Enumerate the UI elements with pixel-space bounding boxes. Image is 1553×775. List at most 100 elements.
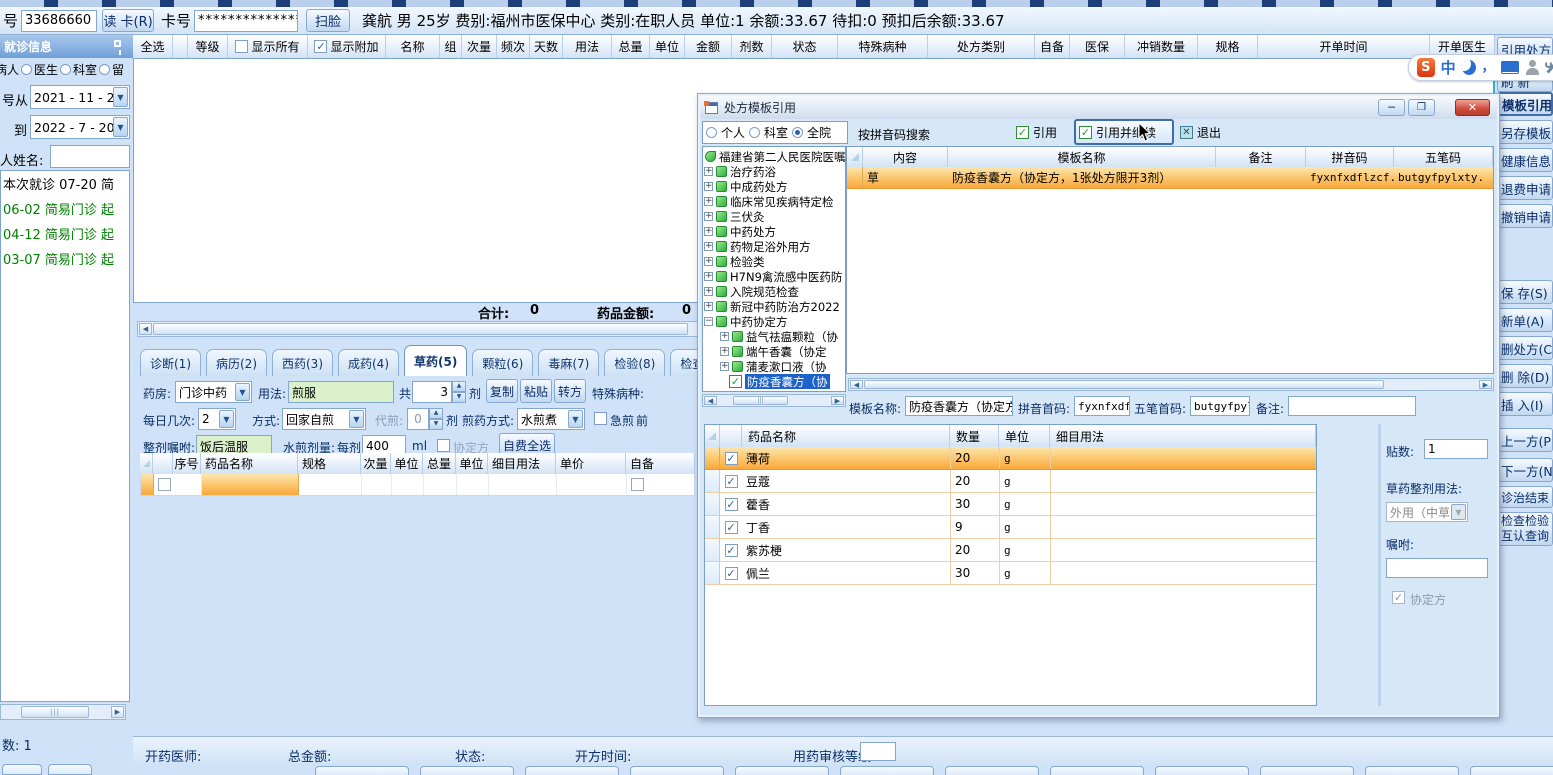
stepper-up[interactable]: ▲ <box>452 381 466 392</box>
radio-hospital[interactable] <box>792 127 804 138</box>
note-input[interactable] <box>1288 396 1416 416</box>
stepper-down[interactable]: ▼ <box>429 419 443 430</box>
reg-no-input[interactable]: 33686660 <box>21 9 98 32</box>
daily-times-combo[interactable]: 2 ▼ <box>198 408 236 430</box>
col-name[interactable]: 名称 <box>386 35 440 58</box>
scroll-left-arrow[interactable]: ◀ <box>139 323 152 335</box>
tab-narcotic[interactable]: 毒麻(7) <box>538 349 600 376</box>
advice-input[interactable] <box>1386 558 1488 578</box>
expand-icon[interactable]: + <box>704 167 713 176</box>
col-group[interactable]: 组 <box>440 35 462 58</box>
tree-item[interactable]: + 中药处方 <box>703 224 845 239</box>
scroll-right-arrow[interactable]: ▶ <box>1479 380 1492 389</box>
expand-icon[interactable]: + <box>704 302 713 311</box>
expand-icon[interactable]: + <box>704 182 713 191</box>
partial-button[interactable] <box>2 764 42 775</box>
show-all-checkbox[interactable] <box>235 40 249 53</box>
radio-patient[interactable] <box>21 63 33 75</box>
tree-item[interactable]: + 检验类 <box>703 254 845 269</box>
col-usage[interactable]: 用法 <box>563 35 612 58</box>
partial-button[interactable] <box>1050 766 1144 775</box>
ime-moon-icon[interactable] <box>1461 60 1476 75</box>
paste-button[interactable]: 粘贴 <box>520 379 552 403</box>
expand-icon[interactable]: + <box>720 362 729 371</box>
expand-icon[interactable]: + <box>704 272 713 281</box>
visit-item-current[interactable]: 本次就诊 07-20 简 <box>1 171 129 196</box>
tt-col-wubi[interactable]: 五笔码 <box>1394 147 1493 167</box>
scroll-thumb[interactable] <box>153 323 688 335</box>
partial-button[interactable] <box>945 766 1039 775</box>
dialog-minimize-button[interactable]: ─ <box>1378 99 1405 116</box>
tt-col-content[interactable]: 内容 <box>863 147 948 167</box>
col-show-extra[interactable]: ✓ 显示附加 <box>308 35 386 58</box>
tab-granule[interactable]: 颗粒(6) <box>472 349 534 376</box>
drug-row[interactable]: ✓ 紫苏梗 20 g <box>705 539 1316 562</box>
col-show-all[interactable]: 显示所有 <box>228 35 308 58</box>
tree-item-expanded[interactable]: − 中药协定方 <box>703 314 845 329</box>
pharmacy-combo[interactable]: 门诊中药 ▼ <box>175 381 252 403</box>
copy-button[interactable]: 复制 <box>486 379 518 403</box>
col-insure[interactable]: 医保 <box>1070 35 1125 58</box>
partial-button[interactable] <box>735 766 829 775</box>
partial-button[interactable] <box>48 764 92 775</box>
drug-row-selected[interactable]: ✓ 薄荷 20 g <box>705 447 1316 470</box>
pinyin-code-input[interactable]: fyxnfxdflzc <box>1074 396 1130 416</box>
partial-button[interactable] <box>630 766 724 775</box>
ime-user-icon[interactable] <box>1525 60 1540 75</box>
col-amount[interactable]: 金额 <box>685 35 732 58</box>
row-checkbox[interactable] <box>157 478 171 491</box>
collapse-icon[interactable]: − <box>704 317 713 326</box>
dialog-titlebar[interactable]: 处方模板引用 ─ ❐ ✕ <box>700 96 1497 119</box>
partial-button[interactable] <box>420 766 514 775</box>
partial-button[interactable] <box>1365 766 1459 775</box>
col-status[interactable]: 状态 <box>772 35 838 58</box>
drug-checkbox[interactable]: ✓ <box>724 543 738 557</box>
tree-item[interactable]: + H7N9禽流感中医药防 <box>703 269 845 284</box>
template-row-selected[interactable]: 草 防疫香囊方（协定方，1张处方限开3剂） fyxnfxdflzcf... bu… <box>847 167 1493 189</box>
dialog-maximize-button[interactable]: ❐ <box>1408 99 1435 116</box>
ime-keyboard-icon[interactable] <box>1500 61 1520 74</box>
tree-item[interactable]: + 治疗药浴 <box>703 164 845 179</box>
ime-punctuation-icon[interactable]: ， <box>1482 56 1495 75</box>
expand-icon[interactable]: + <box>720 347 729 356</box>
scan-face-button[interactable]: 扫脸 <box>306 9 351 32</box>
tree-item[interactable]: + 三伏灸 <box>703 209 845 224</box>
col-select-all[interactable]: 全选 <box>133 35 173 58</box>
date-to-dropdown[interactable]: ▼ <box>113 117 128 137</box>
exam-mutual-query-button[interactable]: 检查检验互认查询 <box>1497 512 1553 546</box>
tt-col-pinyin[interactable]: 拼音码 <box>1306 147 1394 167</box>
col-level[interactable]: 等级 <box>188 35 228 58</box>
proxy-decoct-stepper[interactable]: ▲ ▼ <box>429 408 443 430</box>
delete-button[interactable]: 删 除(D) <box>1497 364 1553 388</box>
tree-item[interactable]: + 中成药处方 <box>703 179 845 194</box>
pharmacy-dropdown[interactable]: ▼ <box>235 383 250 401</box>
panel-splitter[interactable] <box>1378 424 1381 706</box>
card-no-input[interactable]: ************** <box>194 9 299 32</box>
scroll-left-arrow[interactable]: ◀ <box>704 396 717 405</box>
tt-col-name[interactable]: 模板名称 <box>948 147 1216 167</box>
stepper-down[interactable]: ▼ <box>452 392 466 403</box>
save-template-button[interactable]: 另存模板 <box>1497 120 1553 144</box>
audit-level-input[interactable] <box>860 742 896 761</box>
insert-button[interactable]: 插 入(I) <box>1497 392 1553 416</box>
scroll-right-arrow[interactable]: ▶ <box>831 396 844 405</box>
rx-col-total[interactable]: 总量 <box>423 453 456 474</box>
decoct-method-combo[interactable]: 水煎煮 ▼ <box>517 408 585 430</box>
cancel-request-button[interactable]: 撤销申请 <box>1497 204 1553 228</box>
expand-icon[interactable]: + <box>704 257 713 266</box>
patient-name-input[interactable] <box>50 145 130 168</box>
expand-icon[interactable]: + <box>720 332 729 341</box>
rx-col-seq[interactable]: 序号 <box>173 453 201 474</box>
tt-col-note[interactable]: 备注 <box>1216 147 1306 167</box>
drug-checkbox[interactable]: ✓ <box>724 474 738 488</box>
col-days[interactable]: 天数 <box>530 35 563 58</box>
tree-child-item[interactable]: + 蒲麦漱口液（协 <box>703 359 845 374</box>
proxy-decoct-input[interactable]: 0 <box>407 408 429 430</box>
col-total[interactable]: 总量 <box>612 35 650 58</box>
herbal-usage-dropdown[interactable]: ▼ <box>1451 504 1466 520</box>
col-rxtype[interactable]: 处方类别 <box>928 35 1035 58</box>
rx-col-unit2[interactable]: 单位 <box>456 453 488 474</box>
ime-wrench-icon[interactable] <box>1544 60 1553 75</box>
show-extra-checkbox[interactable]: ✓ <box>314 40 328 53</box>
drug-row[interactable]: ✓ 豆蔻 20 g <box>705 470 1316 493</box>
